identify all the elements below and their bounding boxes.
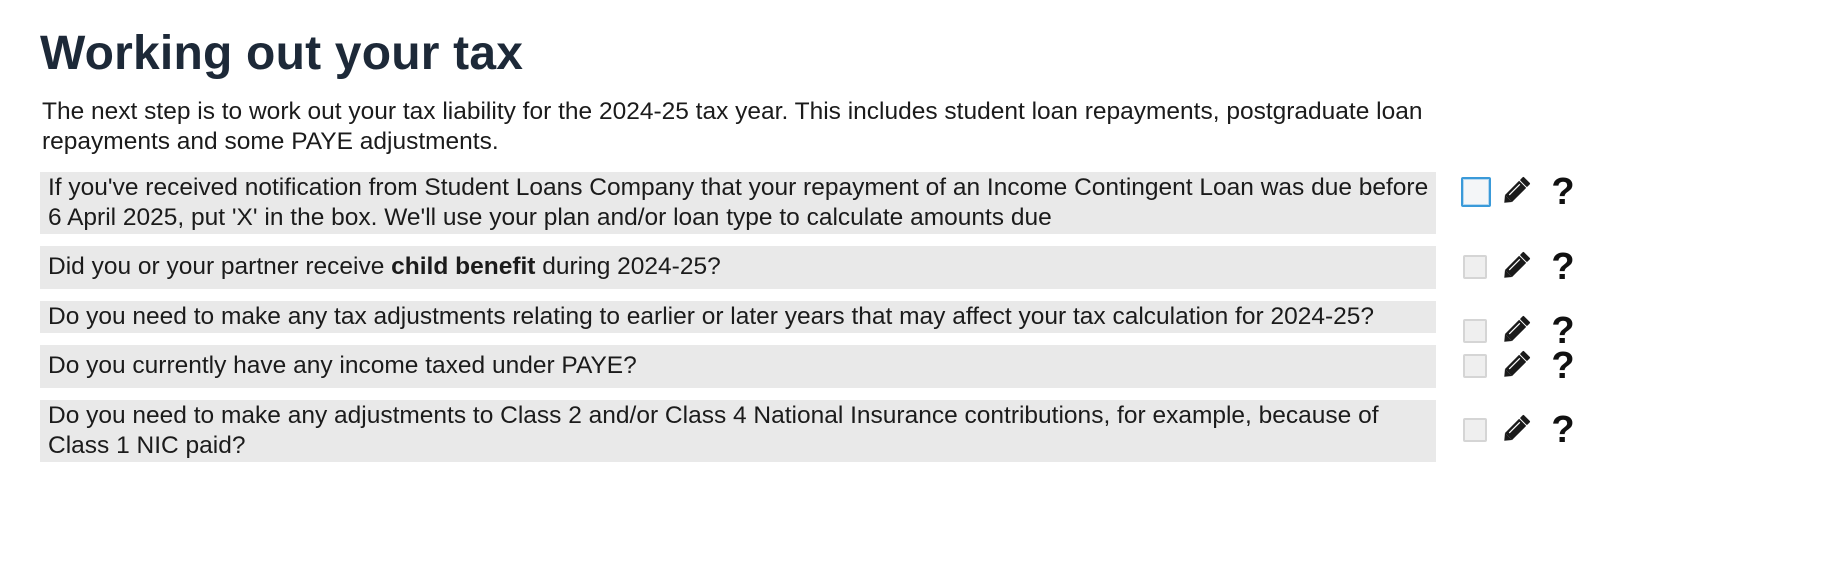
question-text-part: during 2024-25?: [535, 253, 721, 280]
edit-button[interactable]: [1499, 174, 1535, 210]
question-controls: ?: [1463, 312, 1577, 350]
edit-button[interactable]: [1499, 348, 1535, 384]
question-text-bold: child benefit: [391, 253, 536, 280]
edit-button[interactable]: [1499, 412, 1535, 448]
question-text: Do you need to make any tax adjustments …: [40, 301, 1436, 333]
question-controls: ?: [1463, 347, 1577, 385]
question-row-paye: Do you currently have any income taxed u…: [40, 345, 1600, 388]
question-text-part: Did you or your partner receive: [48, 253, 392, 280]
pencil-icon: [1500, 248, 1534, 287]
question-text: Do you need to make any adjustments to C…: [40, 400, 1436, 462]
nic-adjustments-checkbox[interactable]: [1463, 418, 1487, 442]
intro-text: The next step is to work out your tax li…: [42, 98, 1423, 155]
question-text: If you've received notification from Stu…: [40, 172, 1436, 234]
question-row-student-loan: If you've received notification from Stu…: [40, 172, 1600, 234]
edit-button[interactable]: [1499, 313, 1535, 349]
question-row-tax-adjustments: Do you need to make any tax adjustments …: [40, 301, 1600, 350]
help-button[interactable]: ?: [1549, 248, 1577, 286]
question-row-child-benefit: Did you or your partner receive child be…: [40, 246, 1600, 289]
child-benefit-checkbox[interactable]: [1463, 255, 1487, 279]
student-loan-checkbox[interactable]: [1461, 177, 1491, 207]
help-button[interactable]: ?: [1549, 173, 1577, 211]
page-title: Working out your tax: [40, 27, 524, 80]
working-out-tax-page: Working out your tax The next step is to…: [0, 0, 1840, 584]
question-text: Do you currently have any income taxed u…: [40, 345, 1436, 388]
paye-checkbox[interactable]: [1463, 354, 1487, 378]
pencil-icon: [1500, 173, 1534, 212]
edit-button[interactable]: [1499, 249, 1535, 285]
question-controls: ?: [1461, 173, 1577, 211]
question-controls: ?: [1463, 411, 1577, 449]
help-button[interactable]: ?: [1549, 347, 1577, 385]
question-list: If you've received notification from Stu…: [40, 172, 1600, 474]
help-button[interactable]: ?: [1549, 411, 1577, 449]
question-row-nic-adjustments: Do you need to make any adjustments to C…: [40, 400, 1600, 462]
help-button[interactable]: ?: [1549, 312, 1577, 350]
tax-adjustments-checkbox[interactable]: [1463, 319, 1487, 343]
question-text: Did you or your partner receive child be…: [40, 246, 1436, 289]
pencil-icon: [1500, 411, 1534, 450]
pencil-icon: [1500, 347, 1534, 386]
question-controls: ?: [1463, 248, 1577, 286]
